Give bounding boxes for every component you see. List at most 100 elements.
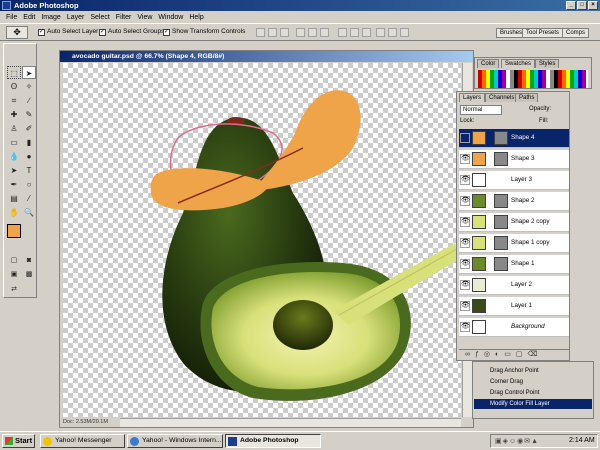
screen-mode-icon[interactable]: ▣ [7, 268, 21, 281]
tab-swatches[interactable]: Swatches [501, 59, 536, 68]
layer-row[interactable]: 👁 Background [459, 318, 569, 337]
menu-image[interactable]: Image [38, 14, 63, 21]
distribute-hcenter-icon[interactable] [388, 28, 397, 37]
type-tool-icon[interactable]: T [22, 164, 36, 177]
menu-select[interactable]: Select [87, 14, 112, 21]
minimize-button[interactable]: _ [566, 1, 576, 10]
adjustment-layer-icon[interactable]: ◐ [495, 351, 504, 358]
layer-row[interactable]: 👁 Shape 2 copy [459, 213, 569, 232]
tab-color[interactable]: Color [477, 59, 500, 68]
menu-filter[interactable]: Filter [113, 14, 135, 21]
foreground-color-swatch[interactable] [7, 224, 21, 238]
maximize-button[interactable]: □ [577, 1, 587, 10]
tray-icons[interactable]: ▣◈☺◉✉▲ [495, 437, 539, 445]
move-tool-icon[interactable]: ➤ [22, 66, 36, 79]
layer-row[interactable]: 👁 Shape 3 [459, 150, 569, 169]
lasso-tool-icon[interactable]: ʘ [7, 80, 21, 93]
quick-mask-icon[interactable]: ◙ [22, 254, 36, 267]
auto-select-groups-checkbox[interactable]: ✓ [99, 29, 106, 36]
dodge-tool-icon[interactable]: ● [22, 150, 36, 163]
menu-window[interactable]: Window [155, 14, 186, 21]
align-top-icon[interactable] [256, 28, 265, 37]
move-tool-preset-icon[interactable]: ✥ [6, 26, 28, 39]
layer-row[interactable]: 👁 Shape 1 [459, 255, 569, 274]
layer-row[interactable]: 👁 Layer 1 [459, 297, 569, 316]
visibility-eye-icon[interactable]: 👁 [460, 301, 470, 311]
auto-select-layer-checkbox[interactable]: ✓ [38, 29, 45, 36]
tab-styles[interactable]: Styles [535, 59, 560, 68]
shape-tool-icon[interactable]: ○ [22, 178, 36, 191]
distribute-left-icon[interactable] [376, 28, 385, 37]
align-bottom-icon[interactable] [280, 28, 289, 37]
standard-mode-icon[interactable]: ▢ [7, 254, 21, 267]
close-button[interactable]: × [588, 1, 598, 10]
menu-file[interactable]: File [3, 14, 20, 21]
tab-tool-presets[interactable]: Tool Presets [522, 28, 564, 38]
layer-row[interactable]: 👁 Layer 3 [459, 171, 569, 190]
hand-tool-icon[interactable]: ✋ [7, 206, 21, 219]
history-brush-tool-icon[interactable]: ✐ [22, 122, 36, 135]
pen-tool-icon[interactable]: ✒ [7, 178, 21, 191]
delete-layer-icon[interactable]: ⌫ [528, 351, 543, 358]
marquee-tool-icon[interactable]: ⬚ [7, 66, 21, 79]
visibility-eye-icon[interactable]: 👁 [460, 196, 470, 206]
jump-to-imageready-icon[interactable]: ⇄ [7, 283, 21, 296]
image-canvas[interactable] [63, 63, 461, 417]
layer-style-icon[interactable]: ƒ [475, 351, 484, 358]
distribute-right-icon[interactable] [400, 28, 409, 37]
tab-paths[interactable]: Paths [515, 93, 539, 102]
align-hcenter-icon[interactable] [308, 28, 317, 37]
eraser-tool-icon[interactable]: ▭ [7, 136, 21, 149]
visibility-eye-icon[interactable] [460, 133, 470, 143]
magic-wand-tool-icon[interactable]: ✧ [22, 80, 36, 93]
distribute-top-icon[interactable] [338, 28, 347, 37]
healing-brush-tool-icon[interactable]: ✚ [7, 108, 21, 121]
menu-help[interactable]: Help [186, 14, 206, 21]
visibility-eye-icon[interactable]: 👁 [460, 280, 470, 290]
swatch-grid[interactable] [478, 70, 588, 88]
new-layer-icon[interactable]: ▢ [516, 351, 528, 358]
align-vcenter-icon[interactable] [268, 28, 277, 37]
layer-row[interactable]: 👁 Shape 1 copy [459, 234, 569, 253]
tab-comps[interactable]: Comps [562, 28, 590, 38]
align-right-icon[interactable] [320, 28, 329, 37]
history-item[interactable]: Modify Color Fill Layer [474, 399, 592, 409]
menu-edit[interactable]: Edit [20, 14, 38, 21]
path-selection-tool-icon[interactable]: ➤ [7, 164, 21, 177]
gradient-tool-icon[interactable]: ▮ [22, 136, 36, 149]
layer-row[interactable]: 👁 Shape 2 [459, 192, 569, 211]
layer-row[interactable]: 👁 Layer 2 [459, 276, 569, 295]
tab-channels[interactable]: Channels [485, 93, 519, 102]
notes-tool-icon[interactable]: ▤ [7, 192, 21, 205]
link-layers-icon[interactable]: ∞ [465, 351, 475, 358]
visibility-eye-icon[interactable]: 👁 [460, 175, 470, 185]
full-screen-mode-icon[interactable]: ▩ [22, 268, 36, 281]
clone-stamp-tool-icon[interactable]: ♙ [7, 122, 21, 135]
distribute-bottom-icon[interactable] [362, 28, 371, 37]
eyedropper-tool-icon[interactable]: ⁄ [22, 192, 36, 205]
distribute-vcenter-icon[interactable] [350, 28, 359, 37]
new-group-icon[interactable]: ▭ [504, 351, 516, 358]
taskbar-internet-explorer[interactable]: Yahoo! - Windows Intern... [127, 434, 223, 448]
align-left-icon[interactable] [296, 28, 305, 37]
history-item[interactable]: Drag Control Point [474, 388, 592, 398]
start-button[interactable]: Start [2, 434, 35, 448]
crop-tool-icon[interactable]: ⌗ [7, 94, 21, 107]
menu-view[interactable]: View [134, 14, 155, 21]
visibility-eye-icon[interactable]: 👁 [460, 259, 470, 269]
blur-tool-icon[interactable]: 💧 [7, 150, 21, 163]
brush-tool-icon[interactable]: ✎ [22, 108, 36, 121]
menu-layer[interactable]: Layer [64, 14, 88, 21]
slice-tool-icon[interactable]: ∕ [22, 94, 36, 107]
blend-mode-select[interactable]: Normal [460, 105, 502, 115]
layer-row[interactable]: Shape 4 [459, 129, 569, 148]
horizontal-scrollbar[interactable] [120, 418, 461, 427]
visibility-eye-icon[interactable]: 👁 [460, 322, 470, 332]
visibility-eye-icon[interactable]: 👁 [460, 154, 470, 164]
show-transform-controls-checkbox[interactable]: ✓ [163, 29, 170, 36]
taskbar-photoshop[interactable]: Adobe Photoshop [225, 434, 321, 448]
history-item[interactable]: Corner Drag [474, 377, 592, 387]
visibility-eye-icon[interactable]: 👁 [460, 238, 470, 248]
history-item[interactable]: Drag Anchor Point [474, 366, 592, 376]
zoom-tool-icon[interactable]: 🔍 [22, 206, 36, 219]
